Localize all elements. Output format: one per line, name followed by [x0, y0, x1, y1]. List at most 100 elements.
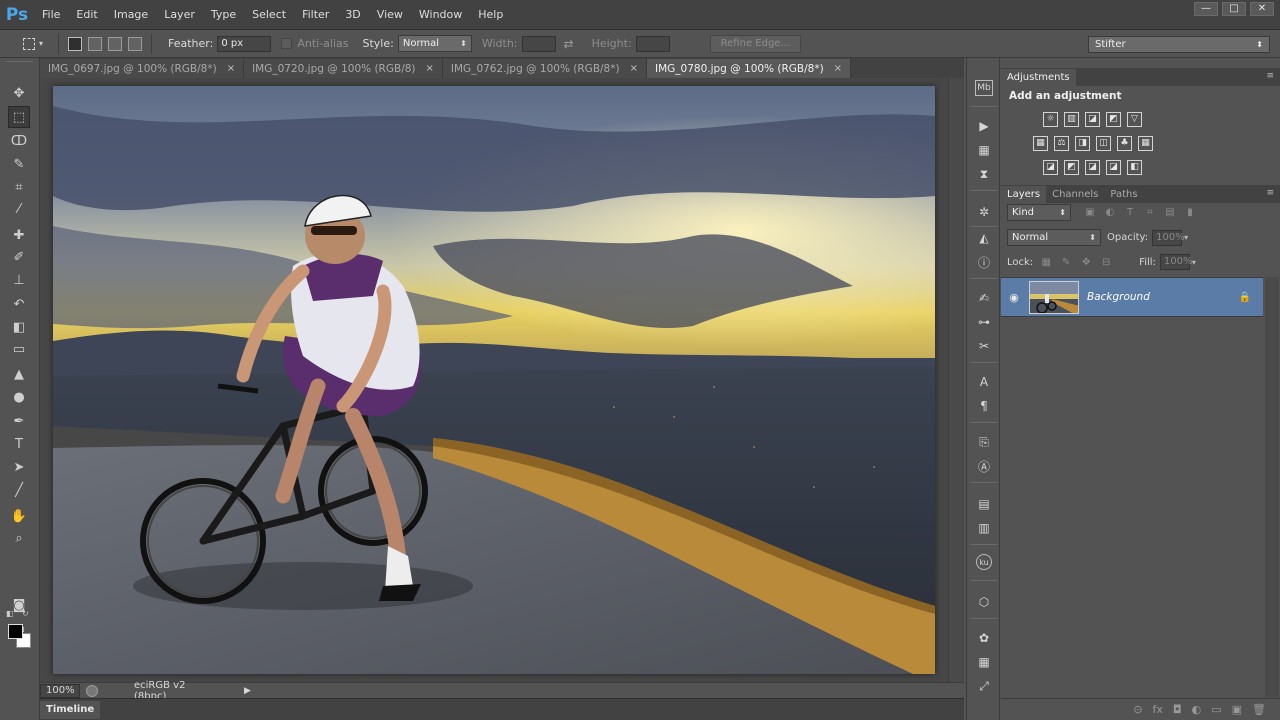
- menu-filter[interactable]: Filter: [294, 0, 337, 30]
- healing-brush-tool[interactable]: ✚: [8, 224, 30, 246]
- actions-icon[interactable]: ▶: [974, 116, 994, 136]
- zoom-field[interactable]: 100%: [40, 683, 80, 698]
- brush-icon[interactable]: ✍: [974, 288, 994, 308]
- blend-mode-select[interactable]: Normal ⬍: [1007, 229, 1101, 246]
- selective-color-icon[interactable]: ◧: [1127, 160, 1142, 175]
- new-adjustment-layer-icon[interactable]: ◐: [1192, 703, 1202, 716]
- menu-layer[interactable]: Layer: [156, 0, 203, 30]
- tool-presets-icon[interactable]: ✂: [974, 336, 994, 356]
- menu-select[interactable]: Select: [244, 0, 294, 30]
- tab-img-0780[interactable]: IMG_0780.jpg @ 100% (RGB/8*) ×: [646, 59, 852, 78]
- character-icon[interactable]: A: [974, 372, 994, 392]
- tab-channels[interactable]: Channels: [1046, 186, 1104, 203]
- menu-type[interactable]: Type: [203, 0, 244, 30]
- lock-pixels-icon[interactable]: ✎: [1059, 255, 1073, 269]
- layer-name[interactable]: Background: [1087, 291, 1239, 303]
- menu-3d[interactable]: 3D: [337, 0, 368, 30]
- document-image[interactable]: [53, 86, 935, 674]
- layer-comps-icon[interactable]: ▥: [974, 518, 994, 538]
- close-tab-icon[interactable]: ×: [630, 63, 638, 74]
- feather-input[interactable]: 0 px: [217, 35, 272, 52]
- history-brush-tool[interactable]: ↶: [8, 293, 30, 315]
- move-tool[interactable]: ✥: [8, 82, 30, 104]
- eraser-tool[interactable]: ◧: [8, 316, 30, 338]
- menu-window[interactable]: Window: [411, 0, 470, 30]
- add-mask-icon[interactable]: ◘: [1173, 703, 1182, 716]
- zoom-tool[interactable]: ⌕: [8, 527, 30, 549]
- new-layer-icon[interactable]: ▣: [1232, 703, 1242, 716]
- notes-icon[interactable]: ▤: [974, 494, 994, 514]
- add-to-selection-button[interactable]: [88, 36, 102, 51]
- brightness-contrast-icon[interactable]: ☼: [1043, 112, 1058, 127]
- style-select[interactable]: Normal ⬍: [397, 35, 472, 52]
- eyedropper-tool[interactable]: ⁄: [8, 198, 30, 220]
- tab-adjustments[interactable]: Adjustments: [1001, 69, 1076, 86]
- clone-source-icon[interactable]: ⊶: [974, 312, 994, 332]
- layer-row-background[interactable]: ◉ Background 🔒: [1001, 277, 1263, 317]
- marquee-tool[interactable]: ⬚: [8, 106, 30, 128]
- type-tool[interactable]: T: [8, 433, 30, 455]
- path-selection-tool[interactable]: ➤: [8, 456, 30, 478]
- swatches-icon[interactable]: ✿: [974, 628, 994, 648]
- layers-scrollbar[interactable]: [1265, 277, 1279, 697]
- quick-mask-icon[interactable]: ◙: [8, 594, 30, 616]
- close-tab-icon[interactable]: ×: [834, 63, 842, 74]
- tab-paths[interactable]: Paths: [1104, 186, 1143, 203]
- intersect-selection-button[interactable]: [128, 36, 142, 51]
- panel-menu-icon[interactable]: ≡: [1266, 71, 1274, 81]
- maximize-button[interactable]: □: [1222, 2, 1246, 16]
- filter-shape-icon[interactable]: ⌗: [1143, 206, 1157, 220]
- tab-img-0697[interactable]: IMG_0697.jpg @ 100% (RGB/8*) ×: [40, 59, 245, 78]
- new-selection-button[interactable]: [68, 36, 82, 51]
- brush-tool[interactable]: ✐: [8, 246, 30, 268]
- timeline-tab[interactable]: Timeline: [40, 700, 101, 719]
- properties-icon[interactable]: ▦: [974, 652, 994, 672]
- tab-layers[interactable]: Layers: [1001, 186, 1047, 203]
- document-canvas[interactable]: [40, 78, 948, 682]
- tab-img-0720[interactable]: IMG_0720.jpg @ 100% (RGB/8) ×: [244, 59, 443, 78]
- line-tool[interactable]: ╱: [8, 479, 30, 501]
- hue-saturation-icon[interactable]: ▦: [1033, 136, 1048, 151]
- close-button[interactable]: ✕: [1250, 2, 1274, 16]
- height-input[interactable]: [635, 35, 670, 52]
- levels-icon[interactable]: ▥: [1064, 112, 1079, 127]
- new-group-icon[interactable]: ▭: [1211, 703, 1221, 716]
- layer-filter-kind[interactable]: Kind ⬍: [1007, 204, 1071, 221]
- paragraph-icon[interactable]: ¶: [974, 396, 994, 416]
- quick-selection-tool[interactable]: ✎: [8, 153, 30, 175]
- menu-view[interactable]: View: [369, 0, 411, 30]
- filter-type-icon[interactable]: T: [1123, 206, 1137, 220]
- character-styles-icon[interactable]: ⎘: [974, 432, 994, 452]
- color-balance-icon[interactable]: ⚖: [1054, 136, 1069, 151]
- gradient-tool[interactable]: ▭: [8, 338, 30, 360]
- adjustments-icon[interactable]: ◭: [974, 228, 994, 248]
- photo-filter-icon[interactable]: ◫: [1096, 136, 1111, 151]
- foreground-color-swatch[interactable]: [8, 624, 23, 639]
- menu-image[interactable]: Image: [106, 0, 156, 30]
- filter-toggle-icon[interactable]: ▮: [1183, 206, 1197, 220]
- workspace-switcher[interactable]: Stifter ⬍: [1088, 36, 1270, 53]
- invert-icon[interactable]: ◪: [1043, 160, 1058, 175]
- lock-position-icon[interactable]: ✥: [1079, 255, 1093, 269]
- filter-smart-object-icon[interactable]: ▤: [1163, 206, 1177, 220]
- menu-file[interactable]: File: [34, 0, 68, 30]
- dodge-tool[interactable]: ●: [8, 386, 30, 408]
- paragraph-styles-icon[interactable]: Ⓐ: [974, 456, 994, 476]
- hand-tool[interactable]: ✋: [8, 505, 30, 527]
- color-lookup-icon[interactable]: ▦: [1138, 136, 1153, 151]
- mini-bridge-icon[interactable]: Mb: [975, 80, 993, 96]
- menu-help[interactable]: Help: [470, 0, 511, 30]
- close-tab-icon[interactable]: ×: [227, 63, 235, 74]
- panel-menu-icon[interactable]: ≡: [1266, 188, 1274, 198]
- tools-icon[interactable]: ✲: [974, 202, 994, 222]
- photoshop-logo[interactable]: Ps: [0, 0, 34, 30]
- trash-icon[interactable]: 🗑: [1252, 703, 1266, 716]
- tool-preset-picker[interactable]: ▾: [14, 33, 52, 55]
- width-input[interactable]: [521, 35, 556, 52]
- layer-thumbnail[interactable]: [1029, 280, 1079, 314]
- black-white-icon[interactable]: ◨: [1075, 136, 1090, 151]
- opacity-input[interactable]: 100%: [1152, 229, 1185, 246]
- vibrance-icon[interactable]: ▽: [1127, 112, 1142, 127]
- lock-all-icon[interactable]: ⊟: [1099, 255, 1113, 269]
- history-icon[interactable]: ⧗: [974, 164, 994, 184]
